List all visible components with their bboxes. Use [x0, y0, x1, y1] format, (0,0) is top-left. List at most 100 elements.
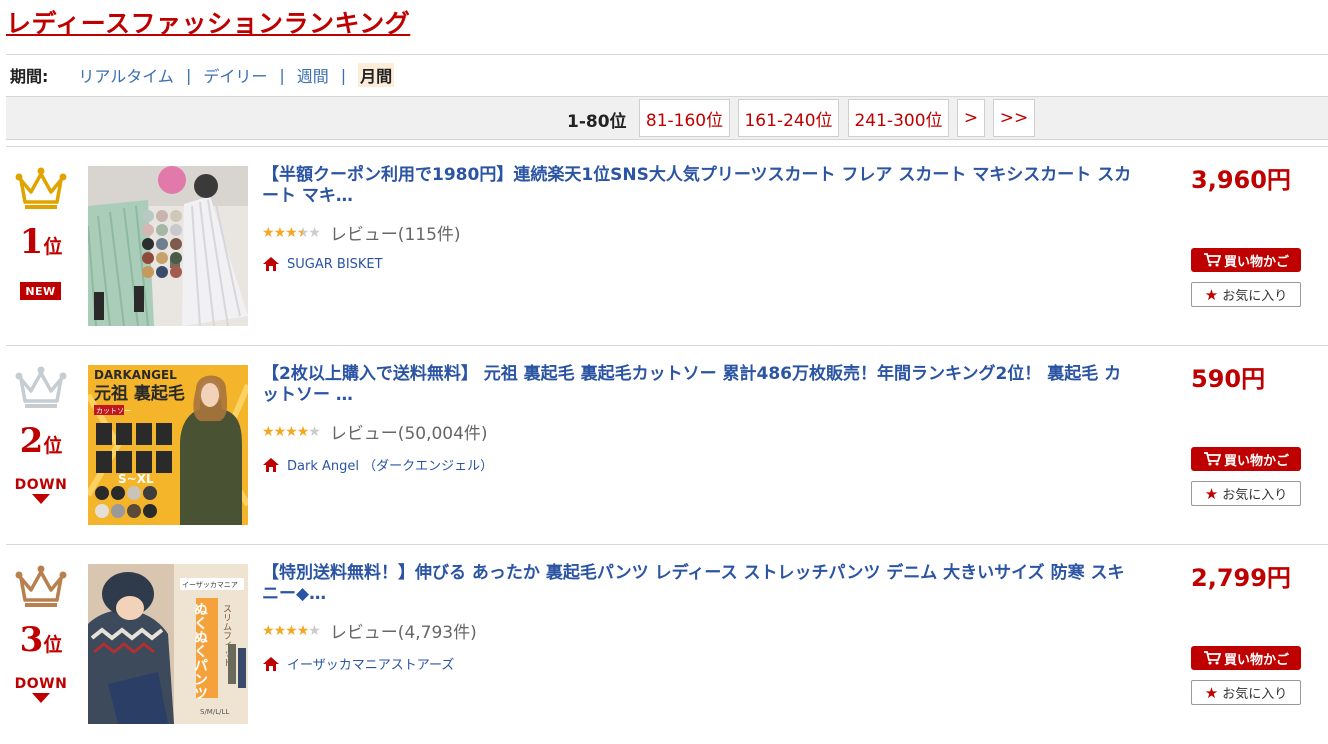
- shop-info: イーザッカマニアストアーズ: [262, 654, 454, 673]
- shop-name-link[interactable]: SUGAR BISKET: [287, 257, 383, 272]
- product-image[interactable]: [88, 166, 248, 326]
- rating-star: ★: [262, 622, 275, 639]
- crown-silver-icon: [15, 366, 67, 408]
- product-title-link[interactable]: 【2枚以上購入で送料無料】 元祖 裏起毛 裏起毛カットソー 累計486万枚販売！…: [262, 364, 1132, 406]
- house-icon: [263, 656, 279, 671]
- rating-stars: ★★★★★: [262, 224, 321, 241]
- rating-star: ★: [296, 622, 310, 639]
- ranking-item: 3位 DOWN イーザッカマニア ぬくぬくパンツ スリムフィット S/M/L/L…: [0, 563, 1328, 744]
- add-to-cart-button[interactable]: 買い物かご: [1191, 248, 1301, 272]
- product-image[interactable]: イーザッカマニア ぬくぬくパンツ スリムフィット S/M/L/LL: [88, 564, 248, 724]
- shop-info: Dark Angel （ダークエンジェル）: [262, 455, 493, 474]
- rating-star: ★: [308, 423, 321, 440]
- review-link[interactable]: レビュー(4,793件): [330, 618, 477, 643]
- star-icon: ★: [1204, 285, 1219, 304]
- svg-text:カットソー: カットソー: [96, 407, 131, 415]
- crown-bronze-icon: [15, 565, 67, 607]
- rating-star: ★: [285, 423, 298, 440]
- product-price: 3,960円: [1191, 166, 1291, 194]
- period-label: 期間:: [10, 67, 49, 86]
- pagination-current: 1-80位: [567, 112, 627, 132]
- product-title-link[interactable]: 【特別送料無料！】伸びる あったか 裏起毛パンツ レディース ストレッチパンツ …: [262, 563, 1132, 605]
- rating-star: ★: [296, 423, 310, 440]
- review-summary: ★★★★★ レビュー(115件): [262, 220, 461, 246]
- period-separator: |: [185, 65, 192, 85]
- add-to-cart-button[interactable]: 買い物かご: [1191, 646, 1301, 670]
- period-daily-link[interactable]: デイリー: [203, 63, 267, 87]
- ranking-item: 1位 NEW 【半額クーポン利用で1980円】連続楽天1位SNS大人気プリーツス…: [0, 165, 1328, 346]
- period-separator: |: [279, 65, 285, 85]
- shop-name-link[interactable]: Dark Angel （ダークエンジェル）: [287, 455, 493, 474]
- product-price: 590円: [1191, 365, 1266, 393]
- crown-gold-icon: [15, 167, 67, 209]
- favorite-button[interactable]: ★ お気に入り: [1191, 282, 1301, 307]
- pagination-last[interactable]: >>: [993, 99, 1035, 137]
- rating-star: ★: [285, 622, 298, 639]
- shop-info: SUGAR BISKET: [262, 256, 383, 272]
- house-icon: [263, 257, 279, 271]
- favorite-button[interactable]: ★ お気に入り: [1191, 481, 1301, 506]
- review-summary: ★★★★★ レビュー(4,793件): [262, 618, 477, 644]
- cart-icon: [1203, 651, 1221, 665]
- period-monthly-current: 月間: [358, 63, 395, 87]
- pagination-161-240[interactable]: 161-240位: [738, 99, 839, 137]
- rank-number: 3位: [19, 620, 63, 660]
- rating-star: ★: [296, 224, 310, 241]
- title-divider: [6, 54, 1328, 55]
- period-selector: 期間: リアルタイム | デイリー | 週間 | 月間: [10, 63, 395, 87]
- svg-text:元祖 裏起毛: 元祖 裏起毛: [94, 383, 185, 404]
- shop-name-link[interactable]: イーザッカマニアストアーズ: [287, 654, 454, 673]
- rating-stars: ★★★★★: [262, 423, 321, 440]
- arrow-down-icon: [32, 494, 50, 504]
- review-link[interactable]: レビュー(50,004件): [330, 419, 488, 444]
- rating-star: ★: [308, 224, 321, 241]
- pagination-bar: 1-80位 81-160位 161-240位 241-300位 > >>: [6, 96, 1328, 140]
- rating-star: ★: [262, 423, 275, 440]
- item-divider: [6, 345, 1328, 346]
- favorite-label: お気に入り: [1222, 687, 1288, 702]
- page-title[interactable]: レディースファッションランキング: [6, 4, 410, 40]
- cart-icon: [1203, 452, 1221, 466]
- svg-text:DARKANGEL: DARKANGEL: [94, 368, 177, 382]
- rating-star: ★: [273, 423, 287, 440]
- period-realtime-link[interactable]: リアルタイム: [78, 63, 174, 87]
- item-divider: [6, 544, 1328, 545]
- rating-star: ★: [308, 622, 321, 639]
- favorite-label: お気に入り: [1222, 289, 1288, 304]
- badge-new: NEW: [20, 282, 61, 300]
- rating-star: ★: [285, 224, 298, 241]
- period-weekly-link[interactable]: 週間: [297, 63, 329, 87]
- product-image[interactable]: DARKANGEL 元祖 裏起毛 カットソー S~XL: [88, 365, 248, 525]
- pagination-next[interactable]: >: [957, 99, 985, 137]
- period-separator: |: [340, 65, 347, 85]
- cart-label: 買い物かご: [1223, 254, 1289, 270]
- rating-star: ★: [273, 622, 287, 639]
- cart-label: 買い物かご: [1223, 453, 1289, 469]
- svg-text:S/M/L/LL: S/M/L/LL: [200, 708, 229, 716]
- review-summary: ★★★★★ レビュー(50,004件): [262, 419, 488, 445]
- pagination-81-160[interactable]: 81-160位: [639, 99, 730, 137]
- favorite-button[interactable]: ★ お気に入り: [1191, 680, 1301, 705]
- rating-stars: ★★★★★: [262, 622, 321, 639]
- svg-text:イーザッカマニア: イーザッカマニア: [182, 581, 238, 589]
- arrow-down-icon: [32, 693, 50, 703]
- star-icon: ★: [1204, 683, 1219, 702]
- star-icon: ★: [1204, 484, 1219, 503]
- product-price: 2,799円: [1191, 564, 1291, 592]
- badge-down: DOWN: [0, 676, 82, 703]
- add-to-cart-button[interactable]: 買い物かご: [1191, 447, 1301, 471]
- rating-star: ★: [273, 224, 287, 241]
- cart-label: 買い物かご: [1223, 652, 1289, 668]
- badge-down: DOWN: [0, 477, 82, 504]
- house-icon: [263, 457, 279, 472]
- review-link[interactable]: レビュー(115件): [330, 220, 461, 245]
- favorite-label: お気に入り: [1222, 488, 1288, 503]
- rank-number: 1位: [19, 222, 63, 262]
- svg-text:S~XL: S~XL: [118, 472, 154, 486]
- pagination-241-300[interactable]: 241-300位: [848, 99, 949, 137]
- rank-number: 2位: [19, 421, 63, 461]
- product-title-link[interactable]: 【半額クーポン利用で1980円】連続楽天1位SNS大人気プリーツスカート フレア…: [262, 165, 1132, 207]
- ranking-item: 2位 DOWN DARKANGEL 元祖 裏起毛 カットソー S~XL 【2枚以…: [0, 364, 1328, 545]
- rating-star: ★: [262, 224, 275, 241]
- item-divider: [6, 146, 1328, 147]
